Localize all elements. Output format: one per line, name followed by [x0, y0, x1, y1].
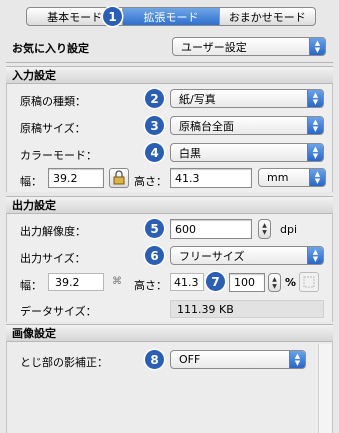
- input-height-label: 高さ：: [134, 175, 167, 188]
- mode-tabs: 基本モード 拡張モード おまかせモード: [26, 7, 316, 26]
- output-size-value: フリーサイズ: [179, 249, 245, 263]
- popup-arrows-icon: ▲ ▼: [289, 351, 305, 368]
- color-mode-value: 白黒: [179, 146, 201, 160]
- divider: [6, 62, 333, 63]
- popup-arrows-icon: ▲ ▼: [309, 38, 325, 55]
- aspect-lock-button[interactable]: [109, 168, 129, 188]
- callout-badge-7: 7: [206, 272, 225, 291]
- favorites-popup[interactable]: ユーザー設定 ▲ ▼: [172, 37, 326, 56]
- input-width-field[interactable]: 39.2: [48, 168, 104, 188]
- output-width-label: 幅：: [20, 279, 42, 292]
- resolution-label: 出力解像度：: [20, 225, 86, 238]
- resolution-stepper[interactable]: ▲ ▼: [258, 219, 271, 239]
- input-height-field[interactable]: 41.3: [170, 168, 252, 188]
- unit-popup[interactable]: mm ▲ ▼: [258, 168, 326, 187]
- source-type-value: 紙/写真: [179, 92, 216, 106]
- callout-badge-1: 1: [103, 7, 122, 26]
- scale-stepper[interactable]: ▲ ▼: [268, 273, 281, 292]
- callout-badge-4: 4: [145, 143, 164, 162]
- unit-value: mm: [267, 171, 289, 184]
- callout-badge-2: 2: [145, 89, 164, 108]
- popup-arrows-icon: ▲ ▼: [307, 117, 323, 134]
- scrollbar[interactable]: [318, 344, 332, 433]
- popup-arrows-icon: ▲ ▼: [307, 90, 323, 107]
- callout-badge-8: 8: [145, 350, 164, 369]
- source-size-label: 原稿サイズ：: [20, 122, 86, 135]
- output-settings-header: 出力設定: [6, 196, 333, 214]
- link-icon: ⌘: [112, 276, 122, 287]
- source-type-popup[interactable]: 紙/写真 ▲ ▼: [170, 89, 324, 108]
- output-size-label: 出力サイズ：: [20, 252, 86, 265]
- input-settings-header: 入力設定: [6, 66, 333, 84]
- data-size-value: 111.39 KB: [170, 300, 324, 318]
- favorites-value: ユーザー設定: [181, 40, 247, 54]
- data-size-label: データサイズ：: [20, 305, 97, 318]
- input-width-label: 幅：: [20, 175, 42, 188]
- favorites-label: お気に入り設定: [12, 42, 89, 55]
- popup-arrows-icon: ▲ ▼: [309, 169, 325, 186]
- output-height-label: 高さ：: [134, 279, 167, 292]
- tab-auto-mode[interactable]: おまかせモード: [220, 8, 315, 25]
- crop-orientation-button[interactable]: [299, 272, 319, 292]
- tab-advanced-mode[interactable]: 拡張モード: [123, 8, 220, 25]
- crop-icon: [303, 276, 315, 288]
- gutter-correction-popup[interactable]: OFF ▲ ▼: [170, 350, 306, 369]
- output-size-popup[interactable]: フリーサイズ ▲ ▼: [170, 246, 324, 265]
- color-mode-popup[interactable]: 白黒 ▲ ▼: [170, 143, 324, 162]
- image-settings-header: 画像設定: [6, 324, 333, 342]
- resolution-field[interactable]: 600: [170, 219, 252, 239]
- source-size-value: 原稿台全面: [179, 119, 234, 133]
- lock-icon: [113, 170, 125, 185]
- color-mode-label: カラーモード：: [20, 149, 97, 162]
- callout-badge-3: 3: [145, 116, 164, 135]
- source-type-label: 原稿の種類：: [20, 95, 86, 108]
- output-width-field[interactable]: 39.2: [48, 273, 104, 291]
- gutter-correction-label: とじ部の影補正：: [20, 356, 108, 369]
- scale-unit: %: [285, 276, 297, 289]
- popup-arrows-icon: ▲ ▼: [307, 144, 323, 161]
- popup-arrows-icon: ▲ ▼: [307, 247, 323, 264]
- output-height-field[interactable]: 41.3: [170, 273, 204, 291]
- callout-badge-6: 6: [145, 246, 164, 265]
- resolution-unit: dpi: [280, 223, 298, 236]
- scale-field[interactable]: 100: [229, 273, 265, 292]
- source-size-popup[interactable]: 原稿台全面 ▲ ▼: [170, 116, 324, 135]
- gutter-correction-value: OFF: [179, 353, 201, 366]
- callout-badge-5: 5: [145, 219, 164, 238]
